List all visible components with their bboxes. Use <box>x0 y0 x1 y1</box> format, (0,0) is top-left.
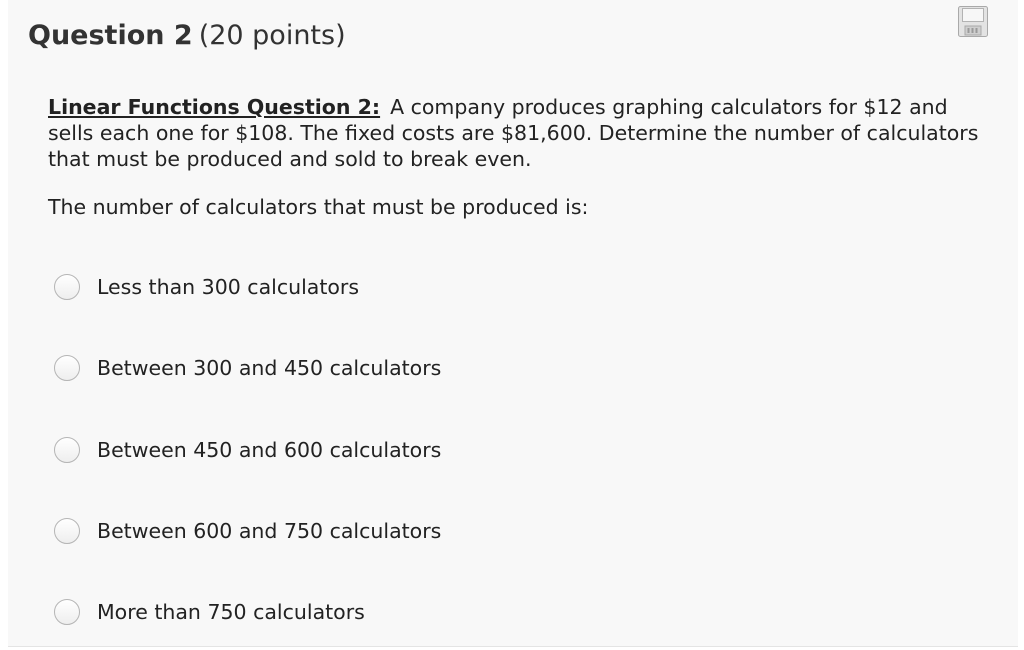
answer-option[interactable]: Between 300 and 450 calculators <box>54 353 441 383</box>
answer-option-label: Between 300 and 450 calculators <box>97 356 442 380</box>
radio-button[interactable] <box>54 355 80 381</box>
answer-option-label: Between 450 and 600 calculators <box>97 438 442 462</box>
answer-option-label: More than 750 calculators <box>97 600 365 624</box>
answer-option-label: Between 600 and 750 calculators <box>97 519 442 543</box>
radio-button[interactable] <box>54 518 80 544</box>
radio-button[interactable] <box>54 599 80 625</box>
question-header: Question 2 (20 points) <box>28 16 346 56</box>
answer-prompt: The number of calculators that must be p… <box>48 195 589 219</box>
answer-option[interactable]: Less than 300 calculators <box>54 272 359 302</box>
save-icon[interactable] <box>958 6 988 37</box>
radio-button[interactable] <box>54 437 80 463</box>
question-text: Linear Functions Question 2: A company pr… <box>48 94 998 172</box>
question-panel: Question 2 (20 points) Linear Functions Q… <box>8 0 1018 647</box>
floppy-disk-icon <box>958 6 988 37</box>
radio-button[interactable] <box>54 274 80 300</box>
answer-option[interactable]: Between 450 and 600 calculators <box>54 435 441 465</box>
question-title: Question 2 <box>28 20 193 51</box>
answer-option[interactable]: More than 750 calculators <box>54 597 365 627</box>
answer-option-label: Less than 300 calculators <box>97 275 360 299</box>
question-label: Linear Functions Question 2: <box>48 95 381 119</box>
answer-option[interactable]: Between 600 and 750 calculators <box>54 516 441 546</box>
question-points: (20 points) <box>198 20 346 51</box>
